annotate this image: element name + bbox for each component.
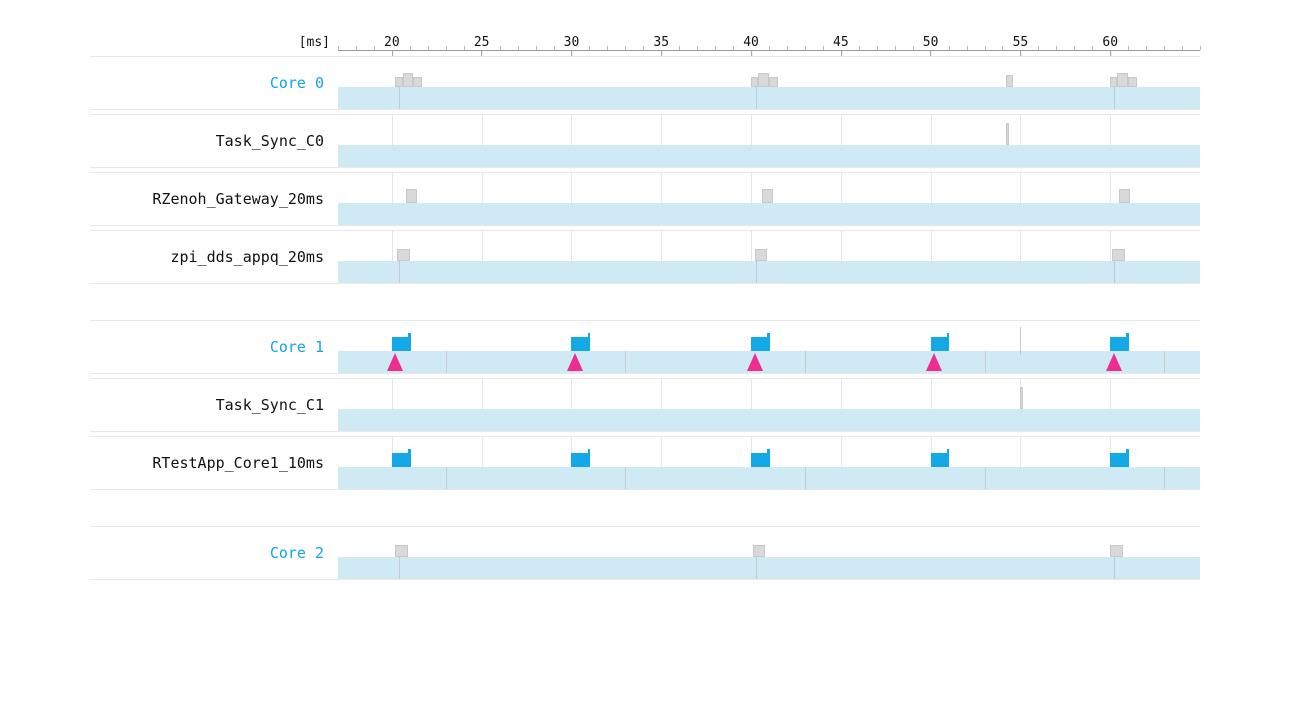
execution-track bbox=[338, 261, 1200, 283]
execution-track bbox=[338, 557, 1200, 579]
exec-block[interactable] bbox=[408, 333, 411, 351]
activation-marker bbox=[1106, 353, 1122, 371]
axis-tick: 55 bbox=[1013, 35, 1029, 50]
row-rzenoh_gateway_20ms[interactable]: RZenoh_Gateway_20ms bbox=[90, 172, 1200, 226]
activation-marker bbox=[926, 353, 942, 371]
exec-block[interactable] bbox=[767, 333, 770, 351]
timeline-chart[interactable]: [ms] 20 25 30 35 40 45 50 55 60 Core 0 Task_Sync_C0… bbox=[90, 20, 1200, 580]
row-lane[interactable] bbox=[338, 231, 1200, 283]
exec-block[interactable] bbox=[403, 73, 414, 87]
exec-block[interactable] bbox=[751, 453, 767, 467]
exec-block[interactable] bbox=[947, 449, 950, 467]
exec-block[interactable] bbox=[751, 77, 758, 87]
execution-track bbox=[338, 87, 1200, 109]
axis-tick: 45 bbox=[833, 35, 849, 50]
axis-tick: 30 bbox=[564, 35, 580, 50]
row-lane[interactable] bbox=[338, 527, 1200, 579]
exec-block[interactable] bbox=[762, 189, 773, 203]
exec-block[interactable] bbox=[571, 453, 587, 467]
execution-track bbox=[338, 203, 1200, 225]
row-task_sync_c1[interactable]: Task_Sync_C1 bbox=[90, 378, 1200, 432]
row-label: RZenoh_Gateway_20ms bbox=[90, 173, 338, 225]
row-lane[interactable] bbox=[338, 437, 1200, 489]
exec-block[interactable] bbox=[753, 545, 766, 557]
axis-tick: 50 bbox=[923, 35, 939, 50]
axis-tick: 25 bbox=[474, 35, 490, 50]
row-label: Task_Sync_C0 bbox=[90, 115, 338, 167]
row-label: RTestApp_Core1_10ms bbox=[90, 437, 338, 489]
execution-track bbox=[338, 145, 1200, 167]
group-core0: Core 0 Task_Sync_C0 RZenoh_Gateway_20mszpi… bbox=[90, 56, 1200, 284]
group-core2: Core 2 bbox=[90, 526, 1200, 580]
exec-block[interactable] bbox=[392, 453, 408, 467]
time-axis: [ms] 20 25 30 35 40 45 50 55 60 bbox=[90, 20, 1200, 50]
axis-tick: 40 bbox=[743, 35, 759, 50]
exec-block[interactable] bbox=[1110, 77, 1117, 87]
exec-block[interactable] bbox=[392, 337, 408, 351]
row-core2[interactable]: Core 2 bbox=[90, 526, 1200, 580]
exec-block[interactable] bbox=[395, 545, 408, 557]
exec-block[interactable] bbox=[1110, 545, 1123, 557]
row-lane[interactable] bbox=[338, 173, 1200, 225]
exec-block[interactable] bbox=[408, 449, 411, 467]
row-label: Core 2 bbox=[90, 527, 338, 579]
exec-block[interactable] bbox=[767, 449, 770, 467]
exec-block[interactable] bbox=[395, 77, 402, 87]
row-rtestapp_core1_10ms[interactable]: RTestApp_Core1_10ms bbox=[90, 436, 1200, 490]
row-lane[interactable] bbox=[338, 115, 1200, 167]
row-label: Task_Sync_C1 bbox=[90, 379, 338, 431]
activation-marker bbox=[387, 353, 403, 371]
exec-block[interactable] bbox=[397, 249, 410, 261]
exec-block[interactable] bbox=[1126, 449, 1129, 467]
exec-block[interactable] bbox=[931, 337, 947, 351]
exec-block[interactable] bbox=[769, 77, 778, 87]
exec-block[interactable] bbox=[413, 77, 422, 87]
exec-block[interactable] bbox=[406, 189, 417, 203]
execution-track bbox=[338, 467, 1200, 489]
row-core0[interactable]: Core 0 bbox=[90, 56, 1200, 110]
exec-block[interactable] bbox=[1110, 453, 1126, 467]
row-label: zpi_dds_appq_20ms bbox=[90, 231, 338, 283]
exec-block[interactable] bbox=[588, 333, 591, 351]
exec-block[interactable] bbox=[588, 449, 591, 467]
activation-marker bbox=[567, 353, 583, 371]
exec-block[interactable] bbox=[571, 337, 587, 351]
exec-block[interactable] bbox=[1128, 77, 1137, 87]
exec-block[interactable] bbox=[1117, 73, 1128, 87]
exec-block[interactable] bbox=[751, 337, 767, 351]
row-lane[interactable] bbox=[338, 321, 1200, 373]
exec-block[interactable] bbox=[1119, 189, 1130, 203]
execution-track bbox=[338, 409, 1200, 431]
exec-block[interactable] bbox=[1006, 123, 1009, 145]
activation-marker bbox=[747, 353, 763, 371]
exec-block[interactable] bbox=[1112, 249, 1125, 261]
exec-block[interactable] bbox=[758, 73, 769, 87]
axis-unit: [ms] bbox=[90, 35, 338, 50]
exec-block[interactable] bbox=[1126, 333, 1129, 351]
axis-ticks: 20 25 30 35 40 45 50 55 60 bbox=[338, 20, 1200, 50]
axis-tick: 20 bbox=[384, 35, 400, 50]
row-core1[interactable]: Core 1 bbox=[90, 320, 1200, 374]
exec-block[interactable] bbox=[1006, 75, 1013, 87]
exec-block[interactable] bbox=[1110, 337, 1126, 351]
row-lane[interactable] bbox=[338, 57, 1200, 109]
row-label: Core 1 bbox=[90, 321, 338, 373]
row-lane[interactable] bbox=[338, 379, 1200, 431]
row-task_sync_c0[interactable]: Task_Sync_C0 bbox=[90, 114, 1200, 168]
execution-track bbox=[338, 351, 1200, 373]
axis-tick: 60 bbox=[1102, 35, 1118, 50]
group-core1: Core 1 Task_Sync_C1 RTestApp_Core1_10ms bbox=[90, 320, 1200, 490]
exec-block[interactable] bbox=[947, 333, 950, 351]
trace-timeline-view: [ms] 20 25 30 35 40 45 50 55 60 Core 0 Task_Sync_C0… bbox=[0, 0, 1290, 726]
row-zpi_dds_appq_20ms[interactable]: zpi_dds_appq_20ms bbox=[90, 230, 1200, 284]
exec-block[interactable] bbox=[755, 249, 768, 261]
exec-block[interactable] bbox=[931, 453, 947, 467]
exec-block[interactable] bbox=[1020, 387, 1023, 409]
axis-tick: 35 bbox=[653, 35, 669, 50]
row-label: Core 0 bbox=[90, 57, 338, 109]
event-line bbox=[1020, 327, 1021, 355]
